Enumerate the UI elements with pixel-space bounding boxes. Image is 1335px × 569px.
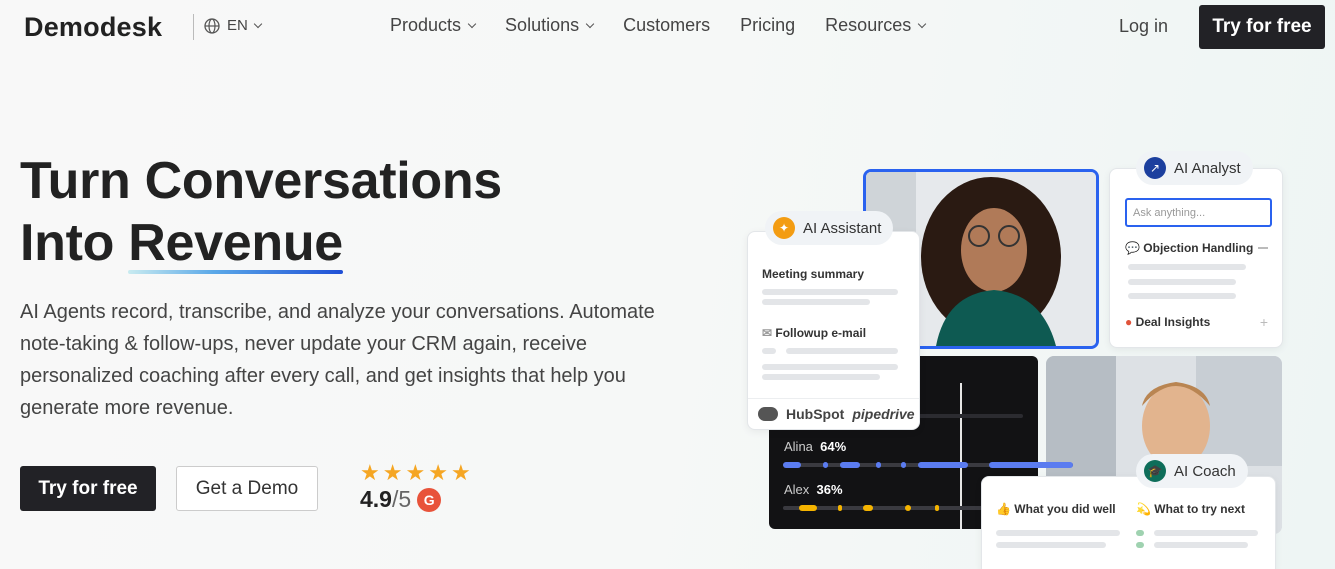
salesforce-cloud-icon bbox=[758, 407, 778, 421]
chevron-down-icon bbox=[585, 19, 595, 28]
chevron-down-icon bbox=[253, 19, 263, 28]
nav-item-solutions[interactable]: Solutions bbox=[505, 15, 595, 36]
ai-analyst-pill: ↗ AI Analyst bbox=[1136, 151, 1253, 185]
ask-anything-input[interactable]: Ask anything... bbox=[1125, 198, 1272, 227]
main-menu: Products Solutions Customers Pricing Res… bbox=[390, 15, 927, 36]
top-nav: Demodesk EN Products Solutions Customers… bbox=[0, 0, 1335, 54]
highlight-underline bbox=[128, 270, 343, 274]
language-selector[interactable]: EN bbox=[204, 17, 263, 34]
get-demo-button[interactable]: Get a Demo bbox=[176, 466, 318, 511]
nav-item-pricing[interactable]: Pricing bbox=[740, 15, 795, 36]
track-alina bbox=[783, 462, 1073, 468]
did-well-label: 👍 What you did well bbox=[996, 502, 1116, 516]
star-icon: ★ bbox=[405, 460, 426, 485]
chevron-down-icon bbox=[467, 19, 477, 28]
envelope-icon: ✉ bbox=[762, 326, 776, 340]
followup-email-label: ✉ Followup e-mail bbox=[762, 326, 867, 340]
meeting-summary-label: Meeting summary bbox=[762, 267, 865, 281]
objection-handling-label: 💬 Objection Handling bbox=[1125, 241, 1254, 255]
rating: ★ ★ ★ ★ ★ 4.9/5 G bbox=[360, 462, 471, 513]
speaker-alex: Alex 36% bbox=[784, 482, 843, 497]
trend-chart-icon: ↗ bbox=[1144, 157, 1166, 179]
hubspot-logo: HubSpot bbox=[786, 406, 845, 422]
ai-assistant-pill: ✦ AI Assistant bbox=[765, 211, 894, 245]
hero-try-free-button[interactable]: Try for free bbox=[20, 466, 156, 511]
track-alex bbox=[783, 505, 993, 511]
pipedrive-logo: pipedrive bbox=[852, 406, 915, 422]
login-link[interactable]: Log in bbox=[1119, 16, 1168, 37]
hero-title: Turn Conversations Into Revenue bbox=[20, 150, 502, 274]
nav-item-resources[interactable]: Resources bbox=[825, 15, 927, 36]
hero-title-line1: Turn Conversations bbox=[20, 152, 502, 210]
ai-assistant-card: Meeting summary ✉ Followup e-mail HubSpo… bbox=[747, 231, 920, 430]
target-icon: ● bbox=[1125, 315, 1133, 329]
graduation-cap-icon: 🎓 bbox=[1144, 460, 1166, 482]
star-icon: ★ bbox=[360, 460, 380, 485]
hero-description: AI Agents record, transcribe, and analyz… bbox=[20, 301, 655, 419]
thumbs-up-icon: 👍 bbox=[996, 502, 1011, 516]
chat-bubble-icon: 💬 bbox=[1125, 241, 1140, 255]
star-icon: ★ bbox=[382, 460, 403, 485]
nav-item-products[interactable]: Products bbox=[390, 15, 477, 36]
nav-item-customers[interactable]: Customers bbox=[623, 15, 710, 36]
nav-divider bbox=[193, 14, 194, 40]
ai-coach-card: 👍 What you did well 💫 What to try next bbox=[981, 476, 1276, 569]
nav-try-free-button[interactable]: Try for free bbox=[1199, 5, 1325, 49]
ai-coach-pill: 🎓 AI Coach bbox=[1136, 454, 1248, 488]
rating-stars: ★ ★ ★ ★ ★ bbox=[360, 462, 471, 484]
collapse-icon[interactable] bbox=[1258, 247, 1268, 249]
g2-logo: G bbox=[417, 487, 442, 512]
globe-icon bbox=[204, 17, 220, 34]
deal-insights-label: ● Deal Insights bbox=[1125, 315, 1211, 329]
crm-integrations: HubSpot pipedrive bbox=[758, 406, 915, 422]
hero-title-line2: Into Revenue bbox=[20, 214, 343, 274]
hero-title-highlight: Revenue bbox=[128, 214, 343, 274]
sparkle-icon: ✦ bbox=[773, 217, 795, 239]
ai-analyst-card: Ask anything... 💬 Objection Handling ● D… bbox=[1109, 168, 1283, 348]
chevron-down-icon bbox=[917, 19, 927, 28]
speaker-alina: Alina 64% bbox=[784, 439, 847, 454]
star-icon: ★ bbox=[428, 460, 448, 485]
try-next-label: 💫 What to try next bbox=[1136, 502, 1245, 516]
language-label: EN bbox=[227, 17, 248, 34]
star-icon: ★ bbox=[450, 460, 471, 485]
trend-icon: 💫 bbox=[1136, 502, 1151, 516]
logo[interactable]: Demodesk bbox=[24, 12, 162, 43]
rating-score: 4.9/5 bbox=[360, 486, 412, 512]
expand-icon[interactable]: + bbox=[1260, 314, 1268, 330]
